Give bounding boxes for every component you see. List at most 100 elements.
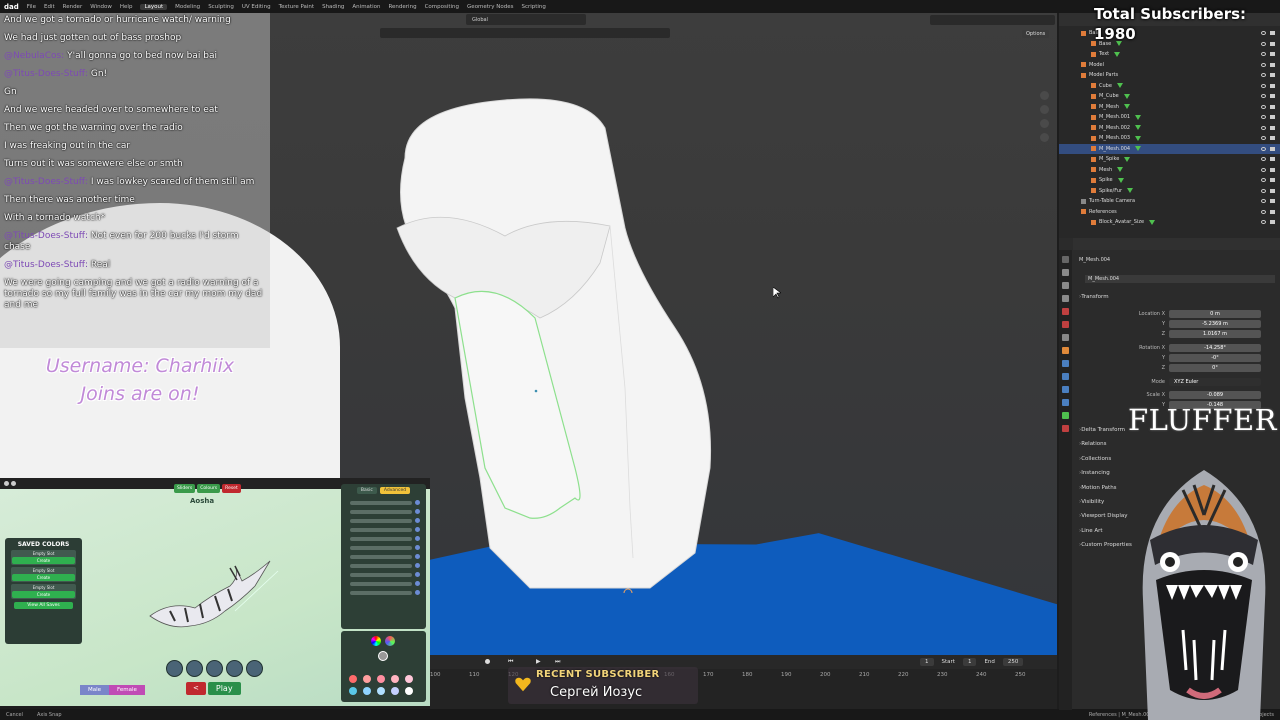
properties-panel-header[interactable]: Collections <box>1079 456 1111 462</box>
slider-row[interactable] <box>347 498 420 507</box>
visibility-eye-icon[interactable] <box>1261 188 1266 193</box>
tool-tab-icon[interactable] <box>1062 256 1069 263</box>
render-camera-icon[interactable] <box>1270 209 1275 214</box>
workspace-tab-rendering[interactable]: Rendering <box>388 4 416 10</box>
render-camera-icon[interactable] <box>1270 136 1275 141</box>
slider-track[interactable] <box>350 527 412 532</box>
hand-pan-icon[interactable] <box>1040 105 1049 114</box>
render-tab-icon[interactable] <box>1062 269 1069 276</box>
outliner-item[interactable]: Block_Avatar_Size <box>1059 217 1280 228</box>
play-button[interactable]: Play <box>207 682 241 695</box>
render-camera-icon[interactable] <box>1270 94 1275 99</box>
field-value-input[interactable]: 1.0167 m <box>1169 329 1261 338</box>
color-swatch[interactable] <box>391 687 399 695</box>
properties-panel-header[interactable]: Relations <box>1079 441 1106 447</box>
outliner-item[interactable]: Model Parts <box>1059 70 1280 81</box>
tab-advanced[interactable]: Advanced <box>379 487 411 494</box>
outliner-item[interactable]: Spike <box>1059 175 1280 186</box>
render-camera-icon[interactable] <box>1270 220 1275 225</box>
visibility-eye-icon[interactable] <box>1261 125 1266 130</box>
visibility-eye-icon[interactable] <box>1261 62 1266 67</box>
slider-row[interactable] <box>347 552 420 561</box>
modifier-tab-icon[interactable] <box>1062 360 1069 367</box>
render-camera-icon[interactable] <box>1270 52 1275 57</box>
ability-icon[interactable] <box>166 660 183 677</box>
visibility-eye-icon[interactable] <box>1261 104 1266 109</box>
particles-tab-icon[interactable] <box>1062 373 1069 380</box>
female-button[interactable]: Female <box>109 685 145 695</box>
slider-toggle[interactable] <box>415 500 420 505</box>
slider-toggle[interactable] <box>415 509 420 514</box>
tab-sliders[interactable]: Sliders <box>174 484 196 493</box>
jump-end-icon[interactable]: ⏭ <box>555 658 560 666</box>
workspace-tab-texture-paint[interactable]: Texture Paint <box>279 4 315 10</box>
slider-row[interactable] <box>347 543 420 552</box>
properties-panel-header[interactable]: Delta Transform <box>1079 427 1125 433</box>
back-button[interactable]: < <box>186 682 206 695</box>
workspace-tab-animation[interactable]: Animation <box>352 4 380 10</box>
view-layer-tab-icon[interactable] <box>1062 295 1069 302</box>
visibility-eye-icon[interactable] <box>1261 115 1266 120</box>
slider-toggle[interactable] <box>415 545 420 550</box>
render-camera-icon[interactable] <box>1270 157 1275 162</box>
render-camera-icon[interactable] <box>1270 178 1275 183</box>
navigation-gizmo[interactable] <box>1040 91 1049 142</box>
render-camera-icon[interactable] <box>1270 167 1275 172</box>
color-wheel-icon[interactable] <box>371 636 381 646</box>
object-tab-icon[interactable] <box>1062 347 1069 354</box>
start-frame-field[interactable]: 1 <box>962 658 977 666</box>
create-button[interactable]: Create <box>12 591 75 598</box>
color-swatch[interactable] <box>377 675 385 683</box>
outliner-item[interactable]: M_Cube <box>1059 91 1280 102</box>
slider-row[interactable] <box>347 507 420 516</box>
slider-track[interactable] <box>350 563 412 568</box>
end-frame-field[interactable]: 250 <box>1002 658 1024 666</box>
render-camera-icon[interactable] <box>1270 31 1275 36</box>
render-camera-icon[interactable] <box>1270 62 1275 67</box>
slider-toggle[interactable] <box>415 581 420 586</box>
rotation-mode-dropdown[interactable]: XYZ Euler <box>1169 377 1261 386</box>
slider-row[interactable] <box>347 579 420 588</box>
color-swatch[interactable] <box>349 675 357 683</box>
slider-track[interactable] <box>350 509 412 514</box>
color-swatch[interactable] <box>391 675 399 683</box>
slider-track[interactable] <box>350 590 412 595</box>
field-value-input[interactable]: -5.2369 m <box>1169 319 1261 328</box>
slider-track[interactable] <box>350 581 412 586</box>
outliner-item[interactable]: References <box>1059 207 1280 218</box>
color-swatch[interactable] <box>405 687 413 695</box>
slider-row[interactable] <box>347 588 420 597</box>
menu-file[interactable]: File <box>27 4 36 10</box>
properties-panel-header[interactable]: Line Art <box>1079 528 1102 534</box>
keyframe-icon[interactable] <box>485 659 490 664</box>
slider-track[interactable] <box>350 554 412 559</box>
color-swatch[interactable] <box>405 675 413 683</box>
camera-icon[interactable] <box>1040 119 1049 128</box>
visibility-eye-icon[interactable] <box>1261 73 1266 78</box>
slider-toggle[interactable] <box>415 590 420 595</box>
color-swatch[interactable] <box>377 687 385 695</box>
field-value-input[interactable]: 0 m <box>1169 309 1261 318</box>
ability-icon[interactable] <box>226 660 243 677</box>
visibility-eye-icon[interactable] <box>1261 146 1266 151</box>
options-button[interactable]: Options <box>1022 30 1050 38</box>
visibility-eye-icon[interactable] <box>1261 220 1266 225</box>
slider-track[interactable] <box>350 536 412 541</box>
slider-toggle[interactable] <box>415 527 420 532</box>
render-camera-icon[interactable] <box>1270 188 1275 193</box>
visibility-eye-icon[interactable] <box>1261 94 1266 99</box>
reset-button[interactable]: Reset <box>222 484 241 493</box>
ability-icon[interactable] <box>206 660 223 677</box>
world-tab-icon[interactable] <box>1062 321 1069 328</box>
field-value-input[interactable]: -14.258° <box>1169 343 1261 352</box>
render-camera-icon[interactable] <box>1270 146 1275 151</box>
tab-colours[interactable]: Colours <box>197 484 221 493</box>
slider-row[interactable] <box>347 570 420 579</box>
workspace-tab-uv-editing[interactable]: UV Editing <box>242 4 271 10</box>
jump-start-icon[interactable]: ⏮ <box>508 658 513 666</box>
menu-edit[interactable]: Edit <box>44 4 55 10</box>
transform-orientation[interactable]: Global <box>466 14 586 25</box>
workspace-tab-sculpting[interactable]: Sculpting <box>208 4 234 10</box>
scene-tab-icon[interactable] <box>1062 308 1069 315</box>
slider-toggle[interactable] <box>415 554 420 559</box>
